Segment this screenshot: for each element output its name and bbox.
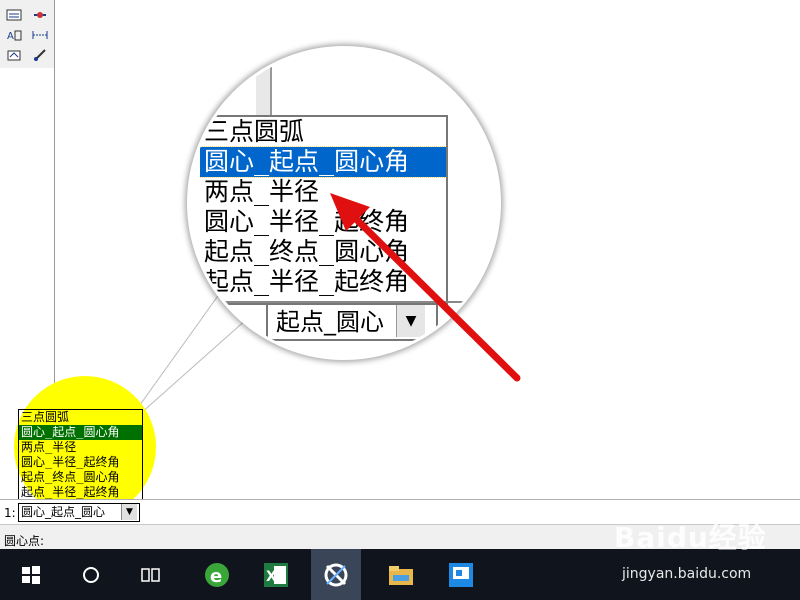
status-prompt: 圆心点: <box>4 534 45 548</box>
svg-text:X: X <box>266 569 277 585</box>
svg-text:e: e <box>210 566 222 587</box>
dropdown-option[interactable]: 两点_半径 <box>19 440 142 455</box>
excel-icon[interactable]: X <box>251 549 301 600</box>
windows-start-icon[interactable] <box>6 549 56 600</box>
dropdown-option[interactable]: 起点_终点_圆心角 <box>19 470 142 485</box>
dropdown-option[interactable]: 三点圆弧 <box>19 410 142 425</box>
cortana-icon[interactable] <box>66 549 116 600</box>
dropdown-option[interactable]: 圆心_半径_起终角 <box>19 455 142 470</box>
arc-mode-dropdown-list: 三点圆弧 圆心_起点_圆心角 两点_半径 圆心_半径_起终角 起点_终点_圆心角… <box>18 409 143 501</box>
file-explorer-icon[interactable] <box>376 549 426 600</box>
dropdown-option[interactable]: 起点_半径_起终角 <box>19 485 142 500</box>
command-prefix: 1: <box>4 506 16 520</box>
watermark-logo: Baidu经验 <box>614 521 767 554</box>
task-view-icon[interactable] <box>126 549 176 600</box>
app-icon[interactable] <box>436 549 486 600</box>
chevron-down-icon[interactable]: ▼ <box>121 504 137 520</box>
dropdown-option-selected[interactable]: 圆心_起点_圆心角 <box>19 425 142 440</box>
browser-icon[interactable]: e <box>192 549 242 600</box>
cad-app-icon[interactable] <box>311 549 361 600</box>
watermark-url: jingyan.baidu.com <box>622 566 752 582</box>
